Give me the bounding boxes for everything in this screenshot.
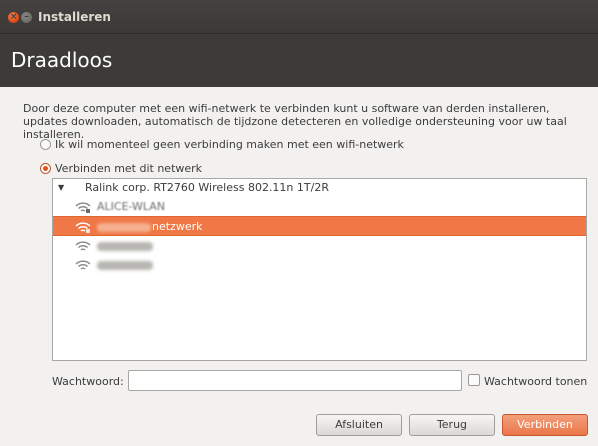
network-name xyxy=(97,258,153,271)
description-text: Door deze computer met een wifi-netwerk … xyxy=(23,102,567,141)
quit-button[interactable]: Afsluiten xyxy=(316,414,402,436)
password-label: Wachtwoord: xyxy=(52,375,124,388)
wifi-signal-icon xyxy=(75,202,91,213)
radio-connect[interactable] xyxy=(40,163,51,174)
wifi-signal-icon xyxy=(75,260,91,270)
show-password-checkbox[interactable] xyxy=(468,374,480,386)
network-row[interactable] xyxy=(53,255,586,275)
page-header: Draadloos xyxy=(0,33,598,87)
network-list[interactable]: ▼ Ralink corp. RT2760 Wireless 802.11n 1… xyxy=(52,178,587,361)
option-no-connection[interactable]: Ik wil momenteel geen verbinding maken m… xyxy=(40,138,404,151)
close-icon: × xyxy=(9,12,18,22)
password-field[interactable] xyxy=(128,370,462,391)
network-name-text: ALICE-WLAN xyxy=(97,200,166,213)
minimize-icon: – xyxy=(24,12,29,22)
close-window-button[interactable]: × xyxy=(8,12,19,23)
connect-button[interactable]: Verbinden xyxy=(502,414,588,436)
adapter-row[interactable]: ▼ Ralink corp. RT2760 Wireless 802.11n 1… xyxy=(53,179,586,197)
page-title: Draadloos xyxy=(11,48,113,72)
network-name xyxy=(97,239,153,252)
adapter-label: Ralink corp. RT2760 Wireless 802.11n 1T/… xyxy=(85,181,329,194)
triangle-down-icon[interactable]: ▼ xyxy=(58,183,64,192)
redacted-text xyxy=(97,222,151,232)
window-titlebar: × – Installeren xyxy=(0,0,598,33)
redacted-text xyxy=(97,241,153,251)
network-name-text: netzwerk xyxy=(152,220,203,233)
wifi-signal-icon xyxy=(75,222,91,233)
network-row[interactable]: ALICE-WLAN xyxy=(53,197,586,217)
window-title: Installeren xyxy=(38,10,111,24)
redacted-text xyxy=(97,260,153,270)
network-row-selected[interactable]: netzwerk xyxy=(53,216,586,236)
option-connect[interactable]: Verbinden met dit netwerk xyxy=(40,162,202,175)
option-no-connection-label[interactable]: Ik wil momenteel geen verbinding maken m… xyxy=(55,138,404,151)
network-row[interactable] xyxy=(53,236,586,256)
network-name: netzwerk xyxy=(97,220,202,233)
show-password-label[interactable]: Wachtwoord tonen xyxy=(484,375,587,388)
back-button[interactable]: Terug xyxy=(409,414,495,436)
option-connect-label[interactable]: Verbinden met dit netwerk xyxy=(55,162,202,175)
wifi-signal-icon xyxy=(75,241,91,251)
radio-no-connection[interactable] xyxy=(40,139,51,150)
network-name: ALICE-WLAN xyxy=(97,200,165,213)
minimize-window-button[interactable]: – xyxy=(21,12,32,23)
